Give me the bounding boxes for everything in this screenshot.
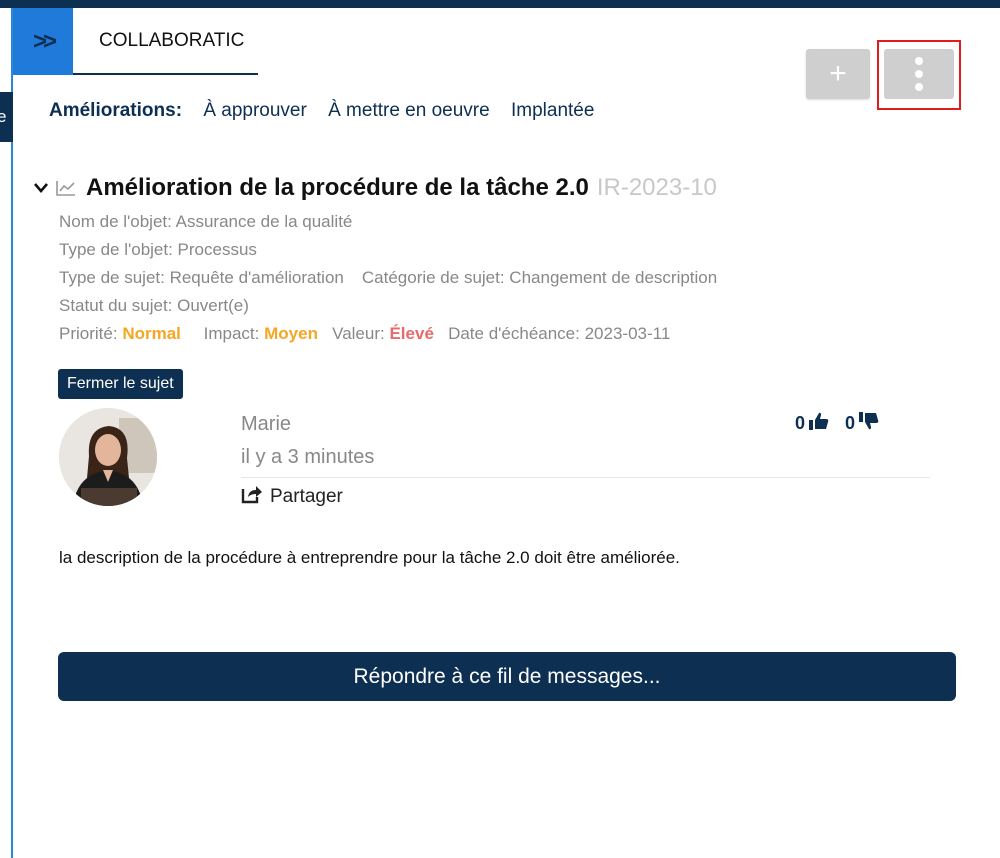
side-panel-tab[interactable]: e [0,92,13,142]
share-button[interactable]: Partager [241,484,343,510]
chevron-down-icon[interactable] [34,183,56,193]
topic-header: Amélioration de la procédure de la tâche… [34,174,717,202]
side-panel-tab-label: e [0,107,7,126]
due-date: Date d'échéance: 2023-03-11 [448,324,671,343]
impact-label: Impact: [203,324,260,343]
value-value: Élevé [389,324,434,343]
meta-status: Statut du sujet: Ouvert(e) [59,296,249,315]
post-votes: 0 0 [795,412,879,435]
improvement-filters: Améliorations: À approuver À mettre en o… [49,100,610,122]
meta-subject-type-row: Type de sujet: Requête d'amélioration Cat… [59,268,717,288]
likes-count: 0 [795,413,806,433]
top-bar [0,0,1000,8]
post-divider [241,477,930,478]
close-topic-tooltip: Fermer le sujet [58,369,183,399]
filter-to-implement[interactable]: À mettre en oeuvre [328,100,490,121]
filters-label: Améliorations: [49,100,183,121]
filter-to-approve[interactable]: À approuver [203,100,307,121]
meta-priority-row: Priorité: Normal Impact: Moyen Valeur: É… [59,324,670,344]
dislikes-count: 0 [845,413,856,433]
trend-chart-icon [56,180,76,196]
thumbs-up-icon[interactable] [809,412,829,435]
avatar [59,408,157,506]
meta-subject-type: Type de sujet: Requête d'amélioration [59,268,344,287]
add-button[interactable]: + [806,49,870,99]
meta-subject-category: Catégorie de sujet: Changement de descri… [361,268,718,287]
topic-reference: IR-2023-10 [596,174,717,201]
post-author: Marie [241,413,292,435]
expand-panel-button[interactable]: >> [13,8,73,75]
thumbs-down-icon[interactable] [859,412,879,435]
post-body: la description de la procédure à entrepr… [59,548,680,567]
meta-object-type: Type de l'objet: Processus [59,240,257,259]
double-chevron-right-icon: >> [32,27,57,55]
value-label: Valeur: [332,324,385,343]
share-label: Partager [270,486,343,507]
tab-collaboration[interactable]: COLLABORATIC [73,8,258,75]
topic-title: Amélioration de la procédure de la tâche… [86,174,589,201]
priority-value: Normal [122,324,181,343]
tab-label: COLLABORATIC [99,30,245,51]
meta-object-name: Nom de l'objet: Assurance de la qualité [59,212,353,231]
highlight-box [877,40,961,110]
priority-label: Priorité: [59,324,118,343]
impact-value: Moyen [264,324,318,343]
plus-icon: + [829,57,847,90]
filter-implemented[interactable]: Implantée [511,100,594,121]
reply-thread-button[interactable]: Répondre à ce fil de messages... [58,652,956,701]
post-time: il y a 3 minutes [241,446,375,468]
share-icon [241,484,263,510]
